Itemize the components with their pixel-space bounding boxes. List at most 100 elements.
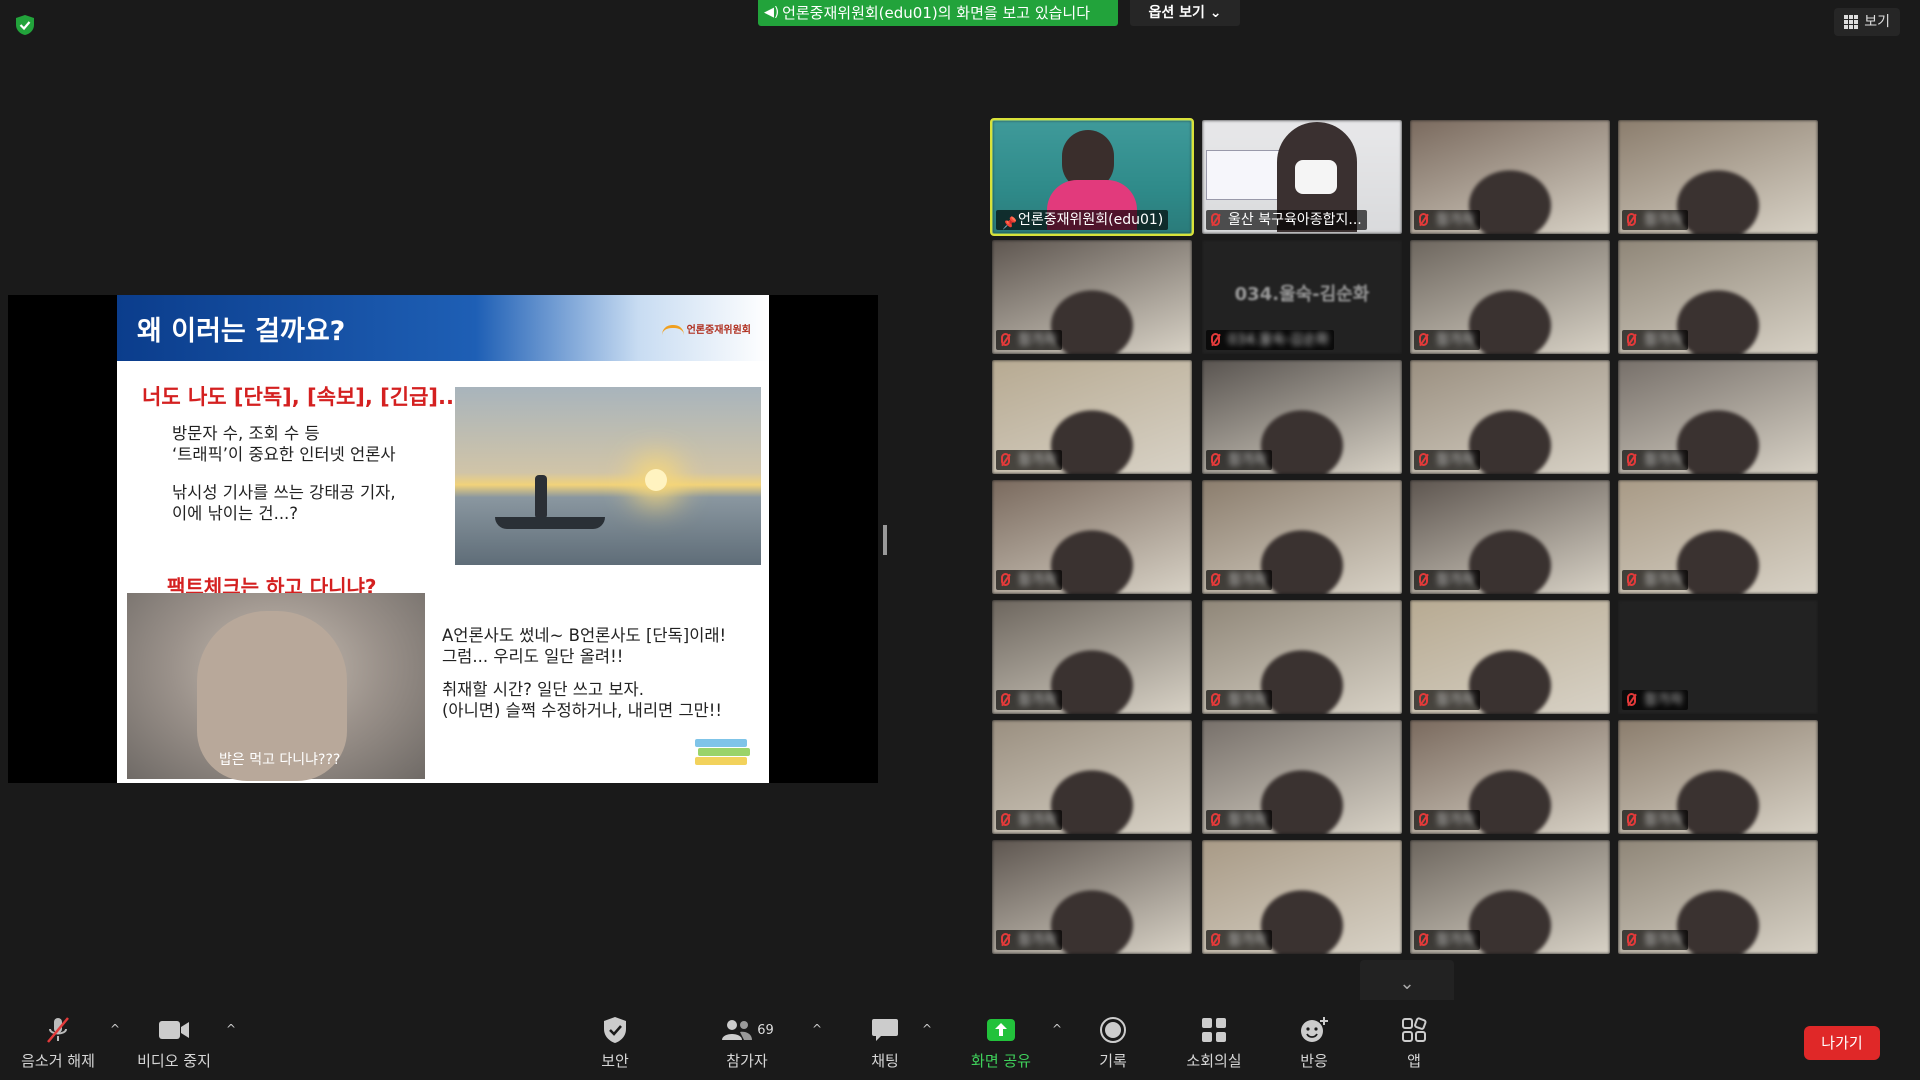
chevron-up-icon[interactable]: ^ [226,1022,236,1036]
view-options-label: 옵션 보기 [1148,5,1205,21]
video-tile[interactable]: 참가자 [1410,480,1610,594]
participant-name-text: 울산 북구육아종합지... [1228,212,1362,228]
split-view-handle[interactable] [883,525,887,555]
participant-center-name: 034.울숙-김순화 [1234,284,1370,305]
record-button[interactable]: 기록 [1098,1014,1128,1071]
participant-name-text: 참가자 [1228,572,1267,588]
smiley-icon [1296,1014,1332,1046]
participant-name-text: 참가자 [1436,932,1475,948]
chevron-up-icon[interactable]: ^ [110,1022,120,1036]
view-options-button[interactable]: 옵션 보기 ⌄ [1130,0,1240,26]
breakout-rooms-label: 소회의실 [1186,1052,1242,1070]
participant-name-text: 참가자 [1644,452,1683,468]
video-tile[interactable]: 참가자 [1618,600,1818,714]
video-tile[interactable]: 참가자 [992,240,1192,354]
view-layout-button[interactable]: 보기 [1834,8,1900,36]
participant-name-text: 참가자 [1018,572,1057,588]
shield-icon [590,1014,640,1046]
video-tile[interactable]: 참가자 [992,720,1192,834]
share-screen-button[interactable]: 화면 공유 ^ [966,1014,1062,1071]
participant-name-text: 034.울숙-김순화 [1228,332,1329,348]
mic-muted-icon [1211,933,1220,946]
mic-muted-icon [1211,333,1220,346]
participant-name-text: 참가자 [1436,692,1475,708]
participant-name: 참가자 [996,330,1062,350]
video-tile[interactable]: 참가자 [992,840,1192,954]
share-screen-label: 화면 공유 [971,1052,1031,1070]
chat-bubble-icon [860,1014,910,1046]
video-tile[interactable]: 참가자 [1410,600,1610,714]
video-tile[interactable]: 참가자 [1410,840,1610,954]
mic-muted-icon [1627,693,1636,706]
video-tile[interactable]: 📌 언론중재위원회(edu01) [990,118,1194,236]
video-tile[interactable]: 참가자 [1202,840,1402,954]
participant-name: 참가자 [1414,930,1480,950]
participant-name: 참가자 [1622,450,1688,470]
participant-name-text: 참가자 [1644,572,1683,588]
slide-text-block-2: 낚시성 기사를 쓰는 강태공 기자, 이에 낚이는 건...? [172,482,396,524]
video-tile[interactable]: 참가자 [1410,240,1610,354]
fisherman-photo [455,387,761,565]
participant-name: 참가자 [996,930,1062,950]
record-label: 기록 [1099,1052,1127,1070]
mic-muted-icon [1419,933,1428,946]
video-tile[interactable]: 참가자 [992,600,1192,714]
participant-name-text: 참가자 [1436,572,1475,588]
chevron-up-icon[interactable]: ^ [812,1022,822,1036]
chat-button[interactable]: 채팅 ^ [860,1014,932,1071]
video-tile[interactable]: 참가자 [1410,120,1610,234]
participant-name-text: 참가자 [1644,332,1683,348]
sun-shape [645,469,667,491]
participant-name: 참가자 [996,450,1062,470]
man-portrait-photo: 밥은 먹고 다니냐??? [127,593,425,781]
slide-text-line: 방문자 수, 조회 수 등 [172,424,320,443]
fisherman-silhouette [535,475,547,519]
mic-muted-icon [1419,333,1428,346]
mic-muted-icon [1627,333,1636,346]
reactions-button[interactable]: 반응 [1296,1014,1332,1071]
video-tile[interactable]: 참가자 [992,480,1192,594]
slide-text-block-4: 취재할 시간? 일단 쓰고 보자. (아니면) 슬쩍 수정하거나, 내리면 그만… [442,679,722,721]
mic-muted-icon [1419,813,1428,826]
participant-name-text: 참가자 [1228,692,1267,708]
mic-muted-icon [1627,453,1636,466]
video-tile[interactable]: 참가자 [1202,480,1402,594]
video-tile[interactable]: 울산 북구육아종합지... [1202,120,1402,234]
unmute-button[interactable]: 음소거 해제 ^ [18,1014,120,1071]
video-tile[interactable]: 참가자 [992,360,1192,474]
security-shield-icon[interactable] [14,14,36,36]
participant-name: 참가자 [1622,570,1688,590]
video-tile[interactable]: 참가자 [1618,720,1818,834]
participant-name-text: 참가자 [1228,812,1267,828]
apps-button[interactable]: 앱 [1400,1014,1428,1071]
slide-logo: 언론중재위원회 [662,321,751,336]
stop-video-button[interactable]: 비디오 중지 ^ [134,1014,236,1071]
chevron-up-icon[interactable]: ^ [922,1022,932,1036]
video-tile[interactable]: 참가자 [1618,120,1818,234]
video-tile[interactable]: 참가자 [1618,360,1818,474]
video-tile[interactable]: 참가자 [1202,600,1402,714]
mic-muted-icon [1001,693,1010,706]
chevron-up-icon[interactable]: ^ [1052,1022,1062,1036]
participant-name-text: 참가자 [1228,452,1267,468]
participant-name: 참가자 [1414,330,1480,350]
video-tile[interactable]: 참가자 [1410,720,1610,834]
leave-meeting-button[interactable]: 나가기 [1804,1026,1880,1060]
mic-muted-icon [1001,933,1010,946]
security-button[interactable]: 보안 [590,1014,640,1071]
participant-name: 울산 북구육아종합지... [1206,210,1367,230]
participant-name-text: 참가자 [1018,692,1057,708]
video-tile[interactable]: 참가자 [1410,360,1610,474]
participant-name: 참가자 [996,570,1062,590]
unmute-label: 음소거 해제 [21,1052,95,1070]
participant-name-text: 참가자 [1436,812,1475,828]
video-tile[interactable]: 참가자 [1618,480,1818,594]
video-tile[interactable]: 034.울숙-김순화 034.울숙-김순화 [1202,240,1402,354]
video-tile[interactable]: 참가자 [1202,360,1402,474]
video-tile[interactable]: 참가자 [1618,240,1818,354]
participants-button[interactable]: 69 참가자 ^ [712,1014,822,1071]
video-tile[interactable]: 참가자 [1202,720,1402,834]
share-banner-text: 언론중재위원회(edu01)의 화면을 보고 있습니다 [782,4,1091,22]
video-tile[interactable]: 참가자 [1618,840,1818,954]
breakout-rooms-button[interactable]: 소회의실 [1182,1014,1246,1071]
